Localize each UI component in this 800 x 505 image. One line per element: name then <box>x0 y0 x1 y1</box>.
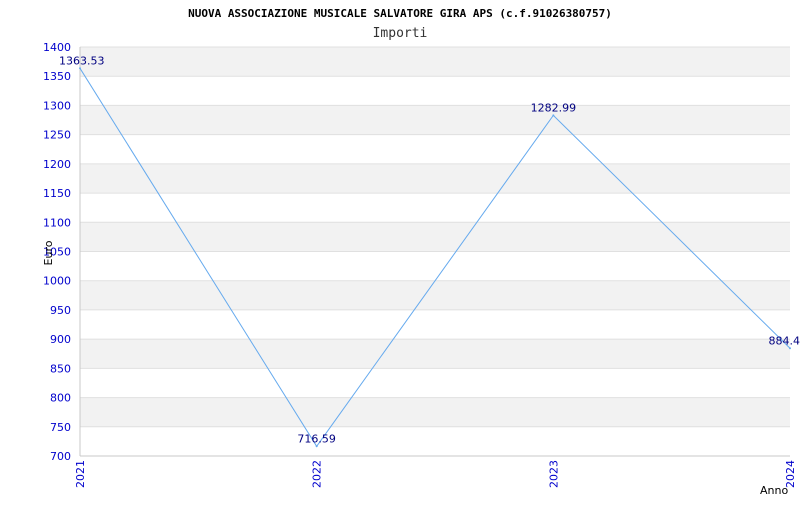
y-tick-label: 750 <box>50 421 71 434</box>
y-tick-label: 900 <box>50 333 71 346</box>
data-label: 716.59 <box>297 432 336 445</box>
x-axis-label: Anno <box>760 484 788 497</box>
y-tick-label: 850 <box>50 362 71 375</box>
y-axis-label: Euro <box>42 240 55 265</box>
plot-band <box>80 76 790 105</box>
data-point <box>316 445 318 447</box>
plot-band <box>80 47 790 76</box>
plot-band <box>80 310 790 339</box>
line-chart: 7007508008509009501000105011001150120012… <box>0 0 800 500</box>
plot-band <box>80 281 790 310</box>
plot-band <box>80 105 790 134</box>
plot-band <box>80 135 790 164</box>
data-point <box>79 67 81 69</box>
y-tick-label: 800 <box>50 392 71 405</box>
plot-band <box>80 252 790 281</box>
y-tick-label: 1200 <box>43 158 71 171</box>
y-tick-label: 1150 <box>43 187 71 200</box>
x-tick-label: 2023 <box>547 460 560 488</box>
y-tick-label: 1250 <box>43 129 71 142</box>
chart: 7007508008509009501000105011001150120012… <box>0 0 800 500</box>
y-tick-label: 1400 <box>43 41 71 54</box>
plot-band <box>80 222 790 251</box>
plot-band <box>80 368 790 397</box>
data-point <box>789 347 791 349</box>
y-tick-label: 950 <box>50 304 71 317</box>
x-tick-label: 2021 <box>74 460 87 488</box>
data-label: 884.4 <box>769 334 800 347</box>
chart-title: NUOVA ASSOCIAZIONE MUSICALE SALVATORE GI… <box>188 7 612 20</box>
data-point <box>552 114 554 116</box>
data-label: 1282.99 <box>531 101 577 114</box>
plot-band <box>80 339 790 368</box>
plot-band <box>80 398 790 427</box>
y-tick-label: 1350 <box>43 70 71 83</box>
y-tick-label: 1300 <box>43 99 71 112</box>
y-tick-label: 700 <box>50 450 71 463</box>
plot-band <box>80 193 790 222</box>
chart-subtitle: Importi <box>373 26 428 41</box>
y-tick-label: 1000 <box>43 275 71 288</box>
data-label: 1363.53 <box>59 54 105 67</box>
plot-band <box>80 427 790 456</box>
x-tick-label: 2022 <box>311 460 324 488</box>
plot-band <box>80 164 790 193</box>
y-tick-label: 1100 <box>43 216 71 229</box>
